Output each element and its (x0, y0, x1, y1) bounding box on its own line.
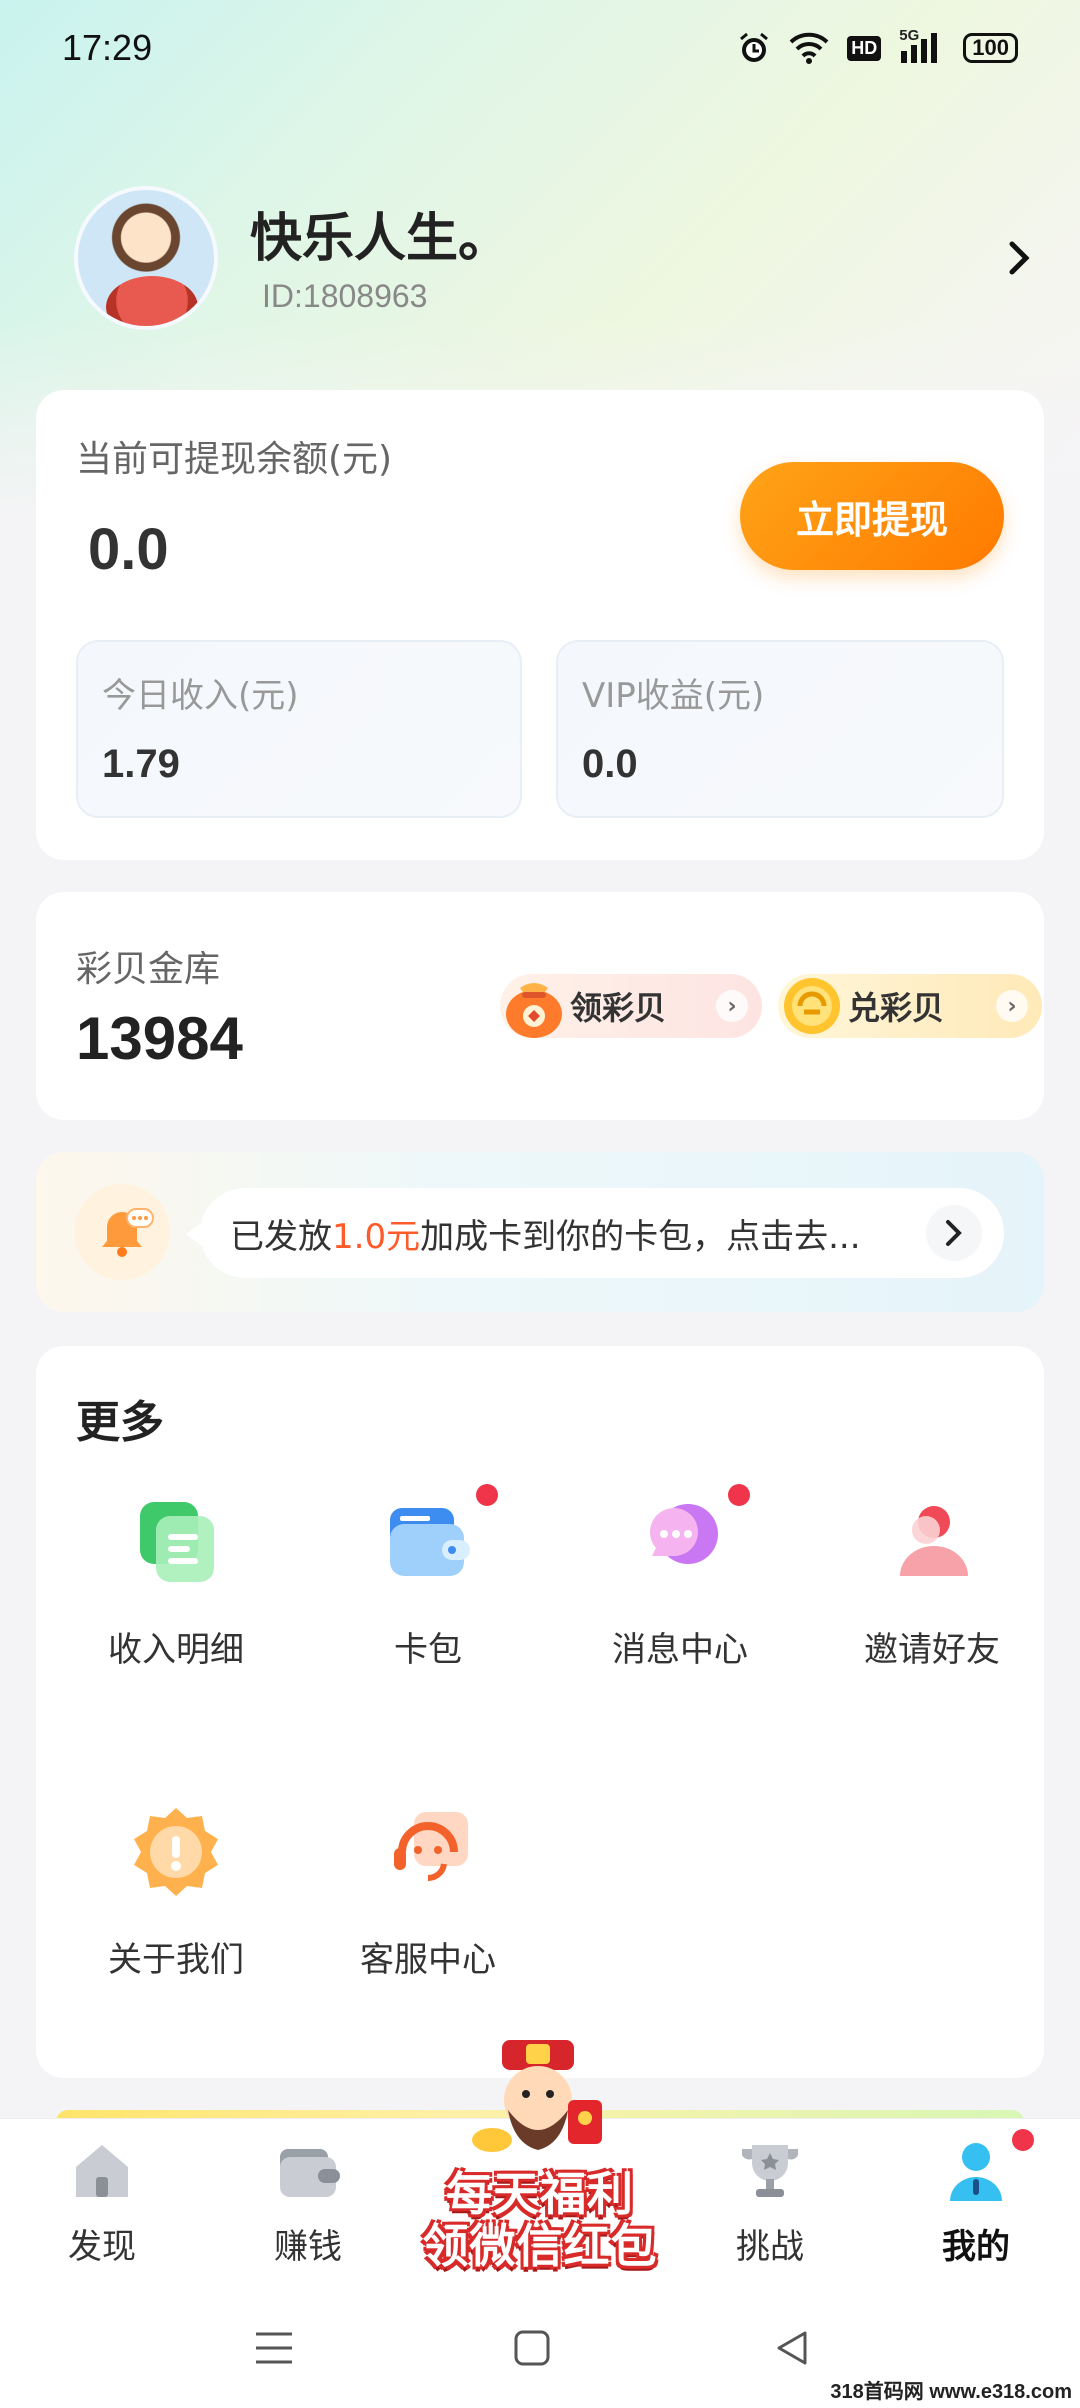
avatar[interactable] (74, 186, 218, 330)
money-bag-icon (496, 966, 572, 1042)
battery-icon: 100 (963, 33, 1018, 63)
balance-value: 0.0 (88, 517, 169, 582)
vip-income-label: VIP收益(元) (582, 676, 765, 716)
notice-banner[interactable]: 已发放 1.0元 加成卡到你的卡包，点击去... (36, 1152, 1044, 1312)
notice-prefix: 已发放 (230, 1216, 332, 1257)
gold-label: 彩贝金库 (76, 949, 221, 990)
promo-red-packet-button[interactable]: 每天福利 领微信红包 (410, 2040, 670, 2273)
user-id: ID:1808963 (262, 278, 428, 314)
network-type: 5G (899, 27, 920, 44)
grid-item-about-us[interactable]: 关于我们 (66, 1802, 286, 2002)
get-shells-button[interactable]: 领彩贝 › (500, 974, 762, 1038)
notice-message[interactable]: 已发放 1.0元 加成卡到你的卡包，点击去... (186, 1188, 1004, 1278)
system-nav-bar: 318首码网 www.e318.com (0, 2288, 1080, 2408)
wifi-icon (789, 32, 829, 64)
grid-label: 客服中心 (360, 1940, 496, 1980)
tab-mine[interactable]: 我的 (876, 2129, 1076, 2279)
signal-icon: 5G (899, 27, 945, 65)
vip-income-box[interactable]: VIP收益(元) 0.0 (556, 640, 1004, 818)
today-income-label: 今日收入(元) (102, 676, 299, 716)
battery-level: 100 (972, 35, 1009, 60)
back-triangle-icon[interactable] (762, 2318, 822, 2378)
tab-challenge[interactable]: 挑战 (670, 2139, 870, 2279)
wallet-icon (276, 2139, 340, 2203)
hd-badge: HD (847, 35, 882, 61)
withdraw-button[interactable]: 立即提现 (740, 462, 1004, 570)
menu-icon[interactable] (244, 2318, 304, 2378)
grid-label: 消息中心 (612, 1630, 748, 1670)
about-icon (126, 1802, 226, 1902)
today-income-box[interactable]: 今日收入(元) 1.79 (76, 640, 522, 818)
grid-item-card-wallet[interactable]: 卡包 (318, 1484, 538, 1692)
grid-item-invite-friend[interactable]: 邀请好友 (822, 1492, 1042, 1692)
today-income-value: 1.79 (102, 742, 180, 786)
wallet-card-icon (378, 1492, 478, 1592)
grid-item-income-detail[interactable]: 收入明细 (66, 1492, 286, 1692)
exchange-shells-label: 兑彩贝 (848, 989, 945, 1027)
tab-label: 挑战 (736, 2227, 804, 2267)
notification-dot (476, 1484, 498, 1506)
home-square-icon[interactable] (502, 2318, 562, 2378)
more-title: 更多 (76, 1397, 164, 1448)
status-icons: HD 5G 100 (737, 27, 1018, 65)
trophy-icon (738, 2139, 802, 2203)
grid-label: 关于我们 (108, 1940, 244, 1980)
grid-item-customer-service[interactable]: 客服中心 (318, 1802, 538, 2002)
promo-line-2: 领微信红包 (422, 2219, 658, 2273)
alarm-icon (737, 31, 771, 65)
grid-label: 收入明细 (108, 1630, 244, 1670)
home-icon (70, 2139, 134, 2203)
chevron-right-icon[interactable] (1006, 238, 1034, 282)
chevron-right-icon: › (996, 990, 1028, 1022)
gold-value: 13984 (76, 1005, 243, 1072)
tab-label: 我的 (942, 2227, 1010, 2267)
invite-friend-icon (882, 1492, 982, 1592)
notice-amount: 1.0元 (332, 1216, 421, 1257)
notification-dot (728, 1484, 750, 1506)
chevron-right-icon[interactable] (926, 1205, 982, 1261)
gold-vault-card: 彩贝金库 13984 领彩贝 › 兑彩贝 › (36, 892, 1044, 1120)
tab-label: 发现 (68, 2227, 136, 2267)
profile-icon (944, 2139, 1008, 2203)
message-icon (630, 1492, 730, 1592)
notification-dot (1012, 2129, 1034, 2151)
watermark: 318首码网 www.e318.com (830, 2381, 1072, 2403)
balance-card: 当前可提现余额(元) 0.0 立即提现 今日收入(元) 1.79 VIP收益(元… (36, 390, 1044, 860)
customer-service-icon (378, 1802, 478, 1902)
god-of-wealth-icon (468, 2040, 608, 2174)
grid-label: 卡包 (394, 1630, 462, 1670)
notice-suffix: 加成卡到你的卡包，点击去... (420, 1216, 861, 1257)
status-time: 17:29 (62, 27, 153, 68)
nickname: 快乐人生。 (250, 209, 511, 269)
vip-income-value: 0.0 (582, 742, 638, 786)
tab-earn[interactable]: 赚钱 (208, 2139, 408, 2279)
status-bar: 17:29 HD 5G 100 (0, 0, 1080, 96)
get-shells-label: 领彩贝 (570, 989, 667, 1027)
exchange-shells-button[interactable]: 兑彩贝 › (778, 974, 1042, 1038)
tab-label: 赚钱 (274, 2227, 342, 2267)
balance-label: 当前可提现余额(元) (76, 439, 393, 480)
grid-label: 邀请好友 (864, 1630, 1000, 1670)
more-card: 更多 收入明细 卡包 消息中心 邀请好友 关于我们 客服中心 (36, 1346, 1044, 2078)
chevron-right-icon: › (716, 990, 748, 1022)
grid-item-message-center[interactable]: 消息中心 (570, 1484, 790, 1692)
shell-coin-icon (774, 966, 850, 1042)
bell-icon (74, 1184, 170, 1280)
tab-discover[interactable]: 发现 (2, 2139, 202, 2279)
income-detail-icon (126, 1492, 226, 1592)
profile-header[interactable]: 快乐人生。 ID:1808963 (74, 186, 1034, 336)
